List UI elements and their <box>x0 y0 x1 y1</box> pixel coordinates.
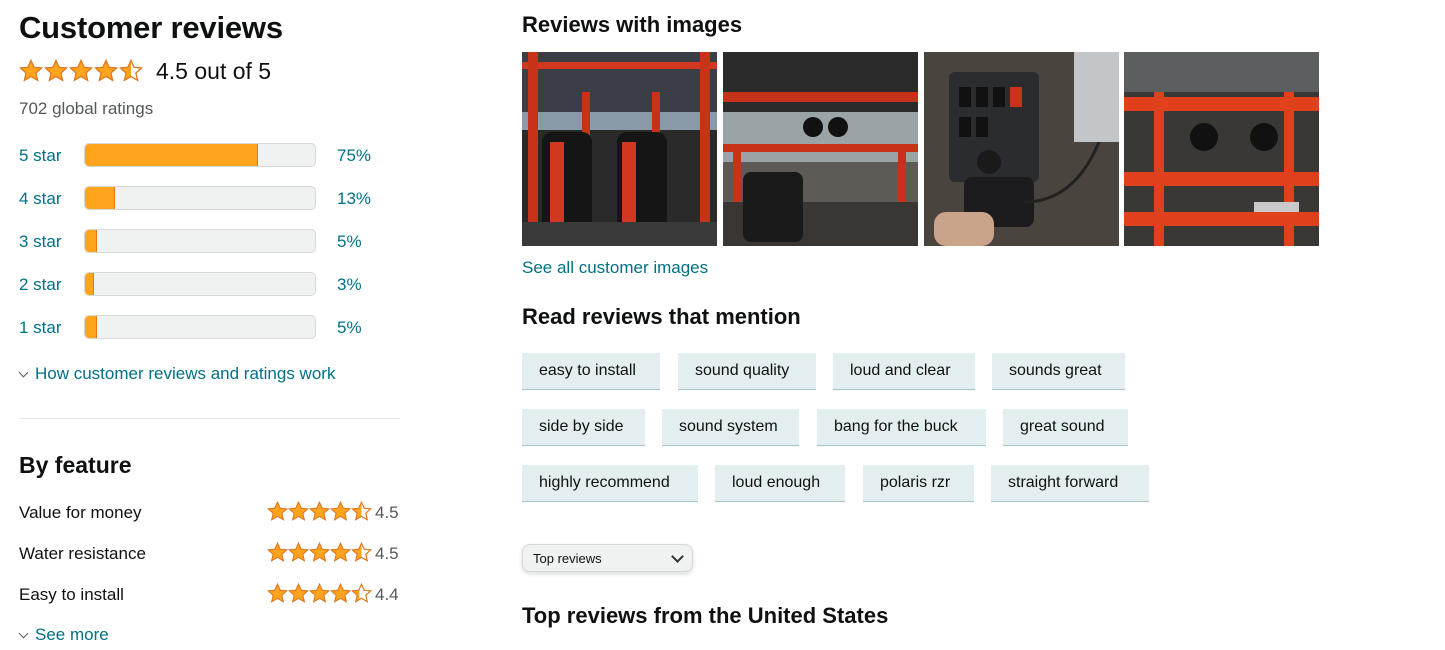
see-more-text[interactable]: See more <box>35 625 109 645</box>
star-icon <box>94 59 118 82</box>
histogram-fill <box>85 144 258 166</box>
switch-panel-remote-photo <box>924 52 1119 246</box>
how-reviews-work-text[interactable]: How customer reviews and ratings work <box>35 364 335 384</box>
global-ratings-count: 702 global ratings <box>19 99 154 118</box>
feature-name: Water resistance <box>19 544 146 563</box>
mention-chip[interactable]: easy to install <box>522 353 660 390</box>
histogram-percent[interactable]: 13% <box>337 189 371 209</box>
feature-name: Easy to install <box>19 585 124 604</box>
mention-chip[interactable]: sound quality <box>678 353 816 390</box>
histogram-label[interactable]: 1 star <box>19 318 62 338</box>
feature-row-easy-to-install: Easy to install 4.4 <box>19 583 400 607</box>
top-reviews-heading: Top reviews from the United States <box>522 603 889 628</box>
overall-rating-text: 4.5 out of 5 <box>156 57 272 84</box>
chevron-down-icon <box>18 628 29 638</box>
star-icon <box>351 583 372 603</box>
histogram-bar[interactable] <box>84 186 316 210</box>
histogram-percent[interactable]: 75% <box>337 146 371 166</box>
red-roll-bar-speakers-photo <box>1124 52 1319 246</box>
star-icon <box>288 583 309 603</box>
overall-rating: 4.5 out of 5 <box>19 56 271 86</box>
histogram-bar[interactable] <box>84 229 316 253</box>
histogram-percent[interactable]: 5% <box>337 232 362 252</box>
star-icon <box>267 501 288 521</box>
overall-stars-icon <box>19 59 144 83</box>
star-icon <box>351 542 372 562</box>
mention-chip[interactable]: loud enough <box>715 465 845 502</box>
star-icon <box>330 542 351 562</box>
star-icon <box>44 59 68 82</box>
histogram-label[interactable]: 4 star <box>19 189 62 209</box>
star-icon <box>309 583 330 603</box>
histogram-row-4-star[interactable]: 4 star 13% <box>19 185 399 213</box>
review-image-thumbnail[interactable] <box>924 52 1119 246</box>
histogram-label[interactable]: 5 star <box>19 146 62 166</box>
histogram-row-5-star[interactable]: 5 star 75% <box>19 142 399 170</box>
star-icon <box>330 501 351 521</box>
sort-selected-value[interactable]: Top reviews <box>533 551 602 566</box>
star-icon <box>119 59 143 82</box>
read-reviews-mention-heading: Read reviews that mention <box>522 304 801 329</box>
feature-rating: 4.4 <box>375 585 399 604</box>
histogram-bar[interactable] <box>84 315 316 339</box>
section-divider <box>19 418 400 419</box>
feature-row-value-for-money: Value for money 4.5 <box>19 501 400 525</box>
mention-chip[interactable]: loud and clear <box>833 353 975 390</box>
histogram-fill <box>85 316 97 338</box>
mention-chip[interactable]: sound system <box>662 409 799 446</box>
star-icon <box>267 583 288 603</box>
by-feature-heading: By feature <box>19 452 132 478</box>
star-icon <box>309 501 330 521</box>
histogram-fill <box>85 230 97 252</box>
star-icon <box>330 583 351 603</box>
how-reviews-work-link[interactable]: How customer reviews and ratings work <box>18 364 335 384</box>
review-image-thumbnail[interactable] <box>723 52 918 246</box>
star-icon <box>351 501 372 521</box>
star-icon <box>288 542 309 562</box>
mention-chip[interactable]: sounds great <box>992 353 1125 390</box>
review-image-thumbnail[interactable] <box>522 52 717 246</box>
mention-chip[interactable]: great sound <box>1003 409 1128 446</box>
mention-chip[interactable]: polaris rzr <box>863 465 974 502</box>
star-icon <box>19 59 43 82</box>
reviews-heading: Customer reviews <box>19 10 283 45</box>
histogram-label[interactable]: 3 star <box>19 232 62 252</box>
mention-chip[interactable]: side by side <box>522 409 645 446</box>
mention-chip[interactable]: bang for the buck <box>817 409 986 446</box>
histogram-row-2-star[interactable]: 2 star 3% <box>19 271 399 299</box>
mention-chip[interactable]: highly recommend <box>522 465 698 502</box>
star-icon <box>288 501 309 521</box>
feature-row-water-resistance: Water resistance 4.5 <box>19 542 400 566</box>
feature-stars-icon <box>267 542 372 563</box>
histogram-percent[interactable]: 3% <box>337 275 362 295</box>
histogram-row-3-star[interactable]: 3 star 5% <box>19 228 399 256</box>
histogram-percent[interactable]: 5% <box>337 318 362 338</box>
histogram-fill <box>85 273 94 295</box>
histogram-fill <box>85 187 115 209</box>
histogram-label[interactable]: 2 star <box>19 275 62 295</box>
feature-rating: 4.5 <box>375 544 399 563</box>
star-icon <box>69 59 93 82</box>
histogram-row-1-star[interactable]: 1 star 5% <box>19 314 399 342</box>
star-icon <box>309 542 330 562</box>
reviews-with-images-heading: Reviews with images <box>522 12 743 37</box>
see-all-customer-images-link[interactable]: See all customer images <box>522 258 708 278</box>
feature-rating: 4.5 <box>375 503 399 522</box>
utv-roll-cage-speakers-photo <box>723 52 918 246</box>
feature-name: Value for money <box>19 503 142 522</box>
chevron-down-icon <box>18 367 29 377</box>
review-image-thumbnail[interactable] <box>1124 52 1319 246</box>
chevron-down-icon <box>671 550 684 563</box>
histogram-bar[interactable] <box>84 272 316 296</box>
star-icon <box>267 542 288 562</box>
mention-chip[interactable]: straight forward <box>991 465 1149 502</box>
utv-cab-seats-photo <box>522 52 717 246</box>
feature-stars-icon <box>267 501 372 522</box>
histogram-bar[interactable] <box>84 143 316 167</box>
feature-stars-icon <box>267 583 372 604</box>
see-more-link[interactable]: See more <box>18 625 109 645</box>
sort-reviews-dropdown[interactable]: Top reviews <box>522 544 693 572</box>
